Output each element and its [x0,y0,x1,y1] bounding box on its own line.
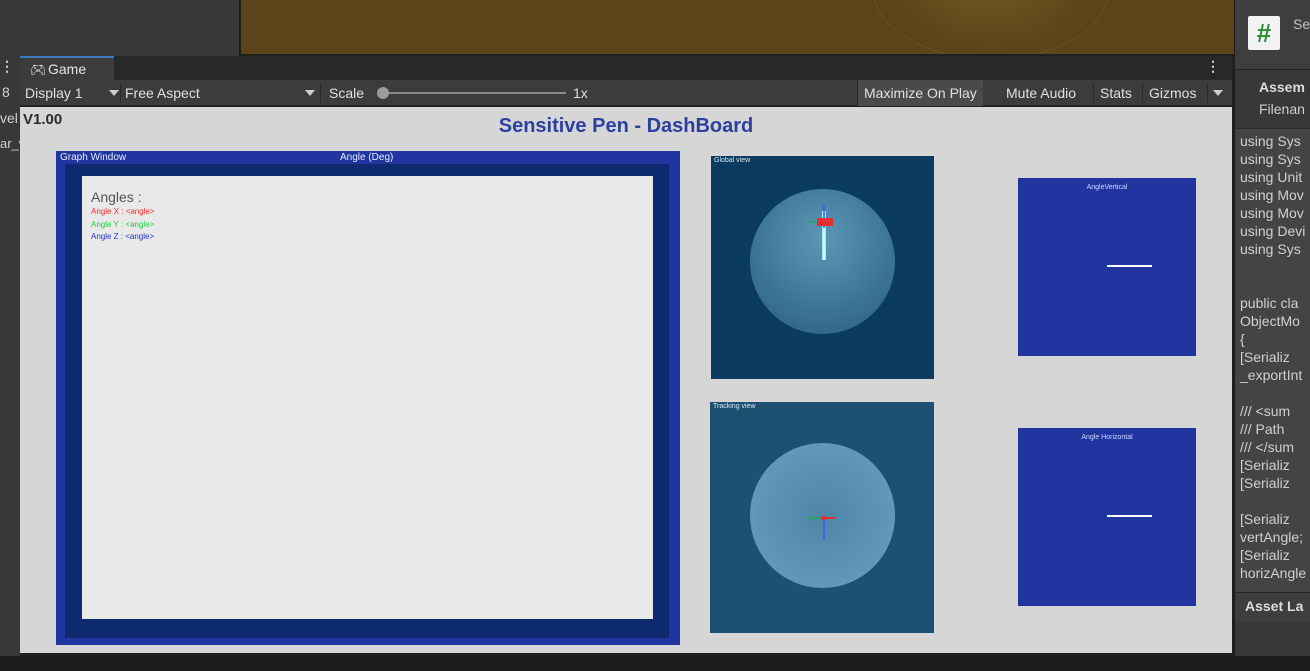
toolbar-divider [120,83,121,103]
code-line: [Serializ [1240,475,1290,491]
code-line: using Mov [1240,187,1304,203]
graph-frame: Angles : Angle X : <angle> Angle Y : <an… [65,164,669,638]
code-line: using Sys [1240,241,1301,257]
code-line: using Unit [1240,169,1303,185]
chevron-down-icon [109,90,119,96]
hierarchy-panel-top [0,0,240,56]
stats-button[interactable]: Stats [1100,80,1132,106]
code-line: { [1240,331,1245,347]
toolbar-divider [1207,83,1208,103]
maximize-on-play-button[interactable]: Maximize On Play [857,80,983,106]
scale-slider-thumb[interactable] [377,87,389,99]
code-line: [Serializ [1240,547,1290,563]
code-line: /// Path [1240,421,1285,437]
csharp-script-icon: # [1248,16,1280,50]
assembly-label: Assem [1259,79,1305,95]
code-line: [Serializ [1240,511,1290,527]
inspector-panel: # Se Assem Filenan using Sys using Sys usi… [1234,0,1310,656]
toolbar-divider [320,83,321,103]
mute-audio-button[interactable]: Mute Audio [1006,80,1076,106]
chevron-down-icon [305,90,315,96]
angle-y-label: Angle Y : <angle> [91,220,155,229]
graph-window: Graph Window Angle (Deg) Angles : Angle … [56,151,680,645]
angle-z-label: Angle Z : <angle> [91,232,155,241]
code-line: /// </sum [1240,439,1295,455]
x-axis-gizmo [817,218,833,226]
left-panel-item-2[interactable]: vel [0,110,18,126]
filename-label: Filenan [1259,101,1305,117]
angle-vertical-label: AngleVertical [1086,184,1128,191]
aspect-dropdown[interactable]: Free Aspect [125,80,319,106]
pen-gizmo-global [810,206,833,260]
graph-plot-area: Angles : Angle X : <angle> Angle Y : <an… [82,176,653,619]
inspector-title: Se [1293,16,1310,32]
toolbar-divider [1142,83,1143,103]
code-line: horizAngle [1240,565,1307,581]
gizmos-chevron-down-icon[interactable] [1213,90,1223,96]
gizmos-button[interactable]: Gizmos [1149,80,1196,106]
scale-slider-track[interactable] [380,92,566,94]
angle-vertical-indicator [1107,265,1152,267]
tab-menu-icon[interactable]: ⋮ [1206,58,1220,75]
tracking-view-panel: Tracking view [710,402,934,633]
angle-horizontal-label: Angle Horizontal [1081,434,1133,441]
game-tab-bar: 🎮︎Game ⋮ [20,56,1232,80]
toolbar-divider [1093,83,1094,103]
scene-object [871,0,1111,54]
angles-title: Angles : [91,189,142,205]
global-view-panel: Global view [711,156,934,379]
code-line: [Serializ [1240,457,1290,473]
display-dropdown[interactable]: Display 1 [25,80,121,106]
code-line: ObjectMo [1240,313,1300,329]
code-line: public cla [1240,295,1299,311]
code-line: using Devi [1240,223,1306,239]
dashboard-title: Sensitive Pen - DashBoard [498,115,754,137]
code-line: using Mov [1240,205,1304,221]
code-line: [Serializ [1240,349,1290,365]
pen-tip-marker [821,515,827,521]
status-bar [0,656,1310,671]
asset-labels-header[interactable]: Asset La [1235,592,1310,622]
code-preview: using Sys using Sys using Unit using Mov usi… [1235,128,1310,592]
kebab-menu-icon[interactable]: ⋮ [0,58,14,75]
angle-vertical-panel: AngleVertical [1018,178,1196,356]
code-line: _exportInt [1240,367,1303,383]
game-toolbar: Display 1 Free Aspect Scale 1x Maximize … [20,80,1232,106]
inspector-header: # Se [1235,0,1310,70]
left-panel-item-1: 8 [2,84,10,100]
code-line: /// <sum [1240,403,1291,419]
code-line: vertAngle; [1240,529,1304,545]
aspect-dropdown-label: Free Aspect [125,85,200,101]
scene-view-strip[interactable] [241,0,1234,54]
angle-horizontal-panel: Angle Horizontal [1018,428,1196,606]
left-panel-item-3[interactable]: ar_v [0,136,20,151]
game-view[interactable]: V1.00 Sensitive Pen - DashBoard Graph Wi… [20,107,1232,653]
left-panel: ⋮ 8 vel ar_v [0,56,20,656]
angle-horizontal-indicator [1107,515,1152,517]
graph-window-label: Graph Window [60,152,127,163]
unity-editor: ⋮ 8 vel ar_v 🎮︎Game ⋮ Display 1 Free Asp… [0,0,1310,671]
tab-game[interactable]: 🎮︎Game [20,56,114,80]
graph-axis-label: Angle (Deg) [340,152,394,163]
display-dropdown-label: Display 1 [25,85,83,101]
pen-gizmo-tracking [808,515,836,540]
code-line: using Sys [1240,133,1301,149]
code-line: using Sys [1240,151,1301,167]
angle-x-label: Angle X : <angle> [91,207,155,216]
tab-game-label: Game [48,61,87,77]
scale-value: 1x [573,85,588,101]
gamepad-icon: 🎮︎ [30,62,47,77]
scale-label: Scale [329,85,365,101]
